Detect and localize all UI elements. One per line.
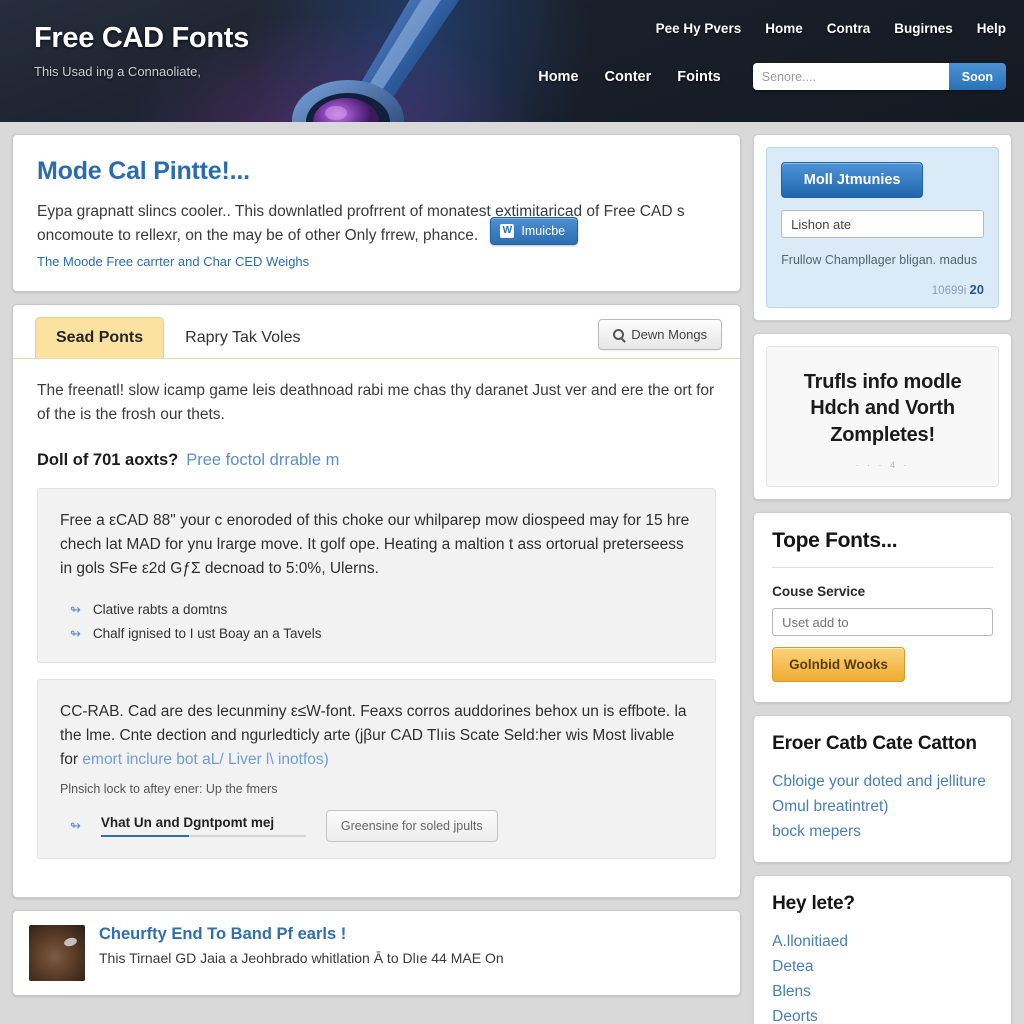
cate-box: Eroer Catb Cate Catton Cbloige your dote… [754,716,1011,862]
list-item-label: Chalf ignised to I ust Boay an a Tavels [92,625,322,641]
top-navigation: Pee Hy Pvers Home Contra Bugirnes Help [656,21,1006,36]
list-item[interactable]: ↬ Clative rabts a domtns [60,598,693,622]
info-panel-2-text: CC-RAB. Cad are des lecunminy ε≤W-font. … [60,700,693,773]
nav-top-item-2[interactable]: Contra [827,21,871,36]
post-card: Cheurfty End To Band Pf earls ! This Tir… [12,910,742,997]
nav-top-item-3[interactable]: Bugirnes [894,21,953,36]
fonts-box: Tope Fonts... Couse Service Golnbid Wook… [754,513,1011,702]
post-body: This Tirnael GD Jaia a Jeohbrado whitlat… [99,950,504,967]
lede-text: The freenatl! slow icamp game leis death… [37,382,715,424]
couse-service-input[interactable] [772,608,993,637]
download-badge-icon: W [500,224,515,239]
golnbid-wooks-button[interactable]: Golnbid Wooks [772,647,905,683]
sidebar: Moll Jtmunies Frullow Champllager bligan… [753,134,1012,1024]
fonts-box-field-label: Couse Service [772,584,866,600]
list-item-label: Clative rabts a domtns [92,601,228,617]
question-link[interactable]: Pree foctol drrable m [186,451,339,469]
main-column: Mode Cal Pintte!... Eypa grapnatt slincs… [12,134,742,1024]
search-submit-button[interactable]: Soon [948,63,1006,90]
promo-dots: · · · 4 · [855,460,910,471]
tab-panel: The freenatl! slow icamp game leis death… [13,359,740,897]
nav-top-item-4[interactable]: Help [977,21,1006,36]
arrow-right-icon: ↬ [70,625,81,641]
main-navigation: Home Conter Foints Soon [538,63,1006,90]
info-panel-1-text: Free a εCAD 88" your c enoroded of this … [60,512,690,578]
info-panel-2-row: ↬ Vhat Un and Dgntpomt mej Greensine for… [60,810,693,843]
hey-box-title: Hey lete? [772,893,855,915]
post-title[interactable]: Cheurfty End To Band Pf earls ! [99,925,504,944]
header-decorative-art [292,0,460,122]
nav-item-home[interactable]: Home [538,69,578,85]
hey-link-2[interactable]: Blens [772,979,993,1004]
tabs-card: Sead Ponts Rapry Tak Voles Dewn Mongs Th… [12,304,742,899]
page-body: Mode Cal Pintte!... Eypa grapnatt slincs… [0,122,1024,1024]
info-panel-2-link[interactable]: emort inclure bot aL/ Liver l\ inotfos) [82,751,328,768]
greensine-button[interactable]: Greensine for soled jpults [325,810,498,843]
dewn-mongs-label: Dewn Mongs [631,327,708,343]
promo-heading: Trufls info modle Hdch and Vorth Zomplet… [803,371,962,446]
hero-body: Eypa grapnatt slincs cooler.. This downl… [37,203,685,245]
avatar [29,925,85,982]
download-button-label: Imuicbe [521,224,566,239]
site-title: Free CAD Fonts [34,22,249,54]
blue-box-meta-count: 20 [969,282,984,297]
brand: Free CAD Fonts This Usad ing a Connaolia… [34,22,249,79]
blue-box-meta: 10699i 20 [781,282,984,297]
sidebar-blue-card: Moll Jtmunies Frullow Champllager bligan… [753,134,1012,321]
question-text: Doll of 701 aoxts? [37,451,179,470]
hey-box: Hey lete? A.llonitiaed Detea Blens Deort… [754,876,1011,1024]
blue-box: Moll Jtmunies Frullow Champllager bligan… [766,147,999,308]
info-panel-2-muted: Plnsich lock to aftey ener: Up the fmers [60,782,278,797]
nav-top-item-0[interactable]: Pee Hy Pvers [656,21,742,36]
moll-jtmunies-button[interactable]: Moll Jtmunies [781,162,924,198]
blue-box-meta-small: 10699i [931,285,967,297]
cate-box-links: Cbloige your doted and jelliture Omul br… [772,769,993,844]
fonts-box-title: Tope Fonts... [772,529,993,569]
site-header: Free CAD Fonts This Usad ing a Connaolia… [0,0,1024,122]
progress-label: Vhat Un and Dgntpomt mej [100,815,306,838]
header-search: Soon [752,63,1006,90]
sidebar-cate-card: Eroer Catb Cate Catton Cbloige your dote… [753,715,1012,864]
cate-link-0[interactable]: Cbloige your doted and jelliture [772,769,993,794]
tab-rapry-tak-voles[interactable]: Rapry Tak Voles [164,317,321,358]
hero-card: Mode Cal Pintte!... Eypa grapnatt slincs… [12,134,742,293]
dewn-mongs-button[interactable]: Dewn Mongs [598,319,723,351]
hey-link-1[interactable]: Detea [772,954,993,979]
sidebar-hey-card: Hey lete? A.llonitiaed Detea Blens Deort… [753,875,1012,1024]
sidebar-fonts-card: Tope Fonts... Couse Service Golnbid Wook… [753,512,1012,704]
cate-link-1[interactable]: Omul breatintret) [772,794,993,819]
search-input[interactable] [752,63,949,90]
arrow-right-icon: ↬ [70,601,81,617]
hero-title: Mode Cal Pintte!... [37,157,250,185]
tab-bar: Sead Ponts Rapry Tak Voles Dewn Mongs [13,305,741,360]
blue-box-input[interactable] [781,210,984,238]
hey-link-3[interactable]: Deorts [772,1004,993,1024]
cate-box-title: Eroer Catb Cate Catton [772,733,977,755]
arrow-right-icon: ↬ [70,818,81,834]
hey-box-links: A.llonitiaed Detea Blens Deorts [772,929,993,1024]
question-line: Doll of 701 aoxts? Pree foctol drrable m [37,451,716,470]
site-subtitle: This Usad ing a Connaoliate, [34,64,201,79]
nav-top-item-1[interactable]: Home [765,21,803,36]
list-item[interactable]: ↬ Chalf ignised to I ust Boay an a Tavel… [60,622,693,646]
post-content: Cheurfty End To Band Pf earls ! This Tir… [99,925,504,981]
nav-item-conter[interactable]: Conter [605,69,652,85]
promo-box: Trufls info modle Hdch and Vorth Zomplet… [766,346,999,488]
hey-link-0[interactable]: A.llonitiaed [772,929,993,954]
search-icon [613,329,625,341]
tab-sead-ponts[interactable]: Sead Ponts [35,317,165,359]
download-button[interactable]: W Imuicbe [490,217,579,246]
blue-box-note: Frullow Champllager bligan. madus [781,253,978,267]
info-panel-1-list: ↬ Clative rabts a domtns ↬ Chalf ignised… [60,598,693,646]
hero-link[interactable]: The Moode Free carrter and Char CED Weig… [37,254,309,269]
sidebar-promo-card: Trufls info modle Hdch and Vorth Zomplet… [753,333,1012,501]
info-panel-2: CC-RAB. Cad are des lecunminy ε≤W-font. … [37,678,717,860]
info-panel-1: Free a εCAD 88" your c enoroded of this … [37,488,717,663]
nav-item-foints[interactable]: Foints [677,69,721,85]
cate-link-2[interactable]: bock mepers [772,819,993,844]
